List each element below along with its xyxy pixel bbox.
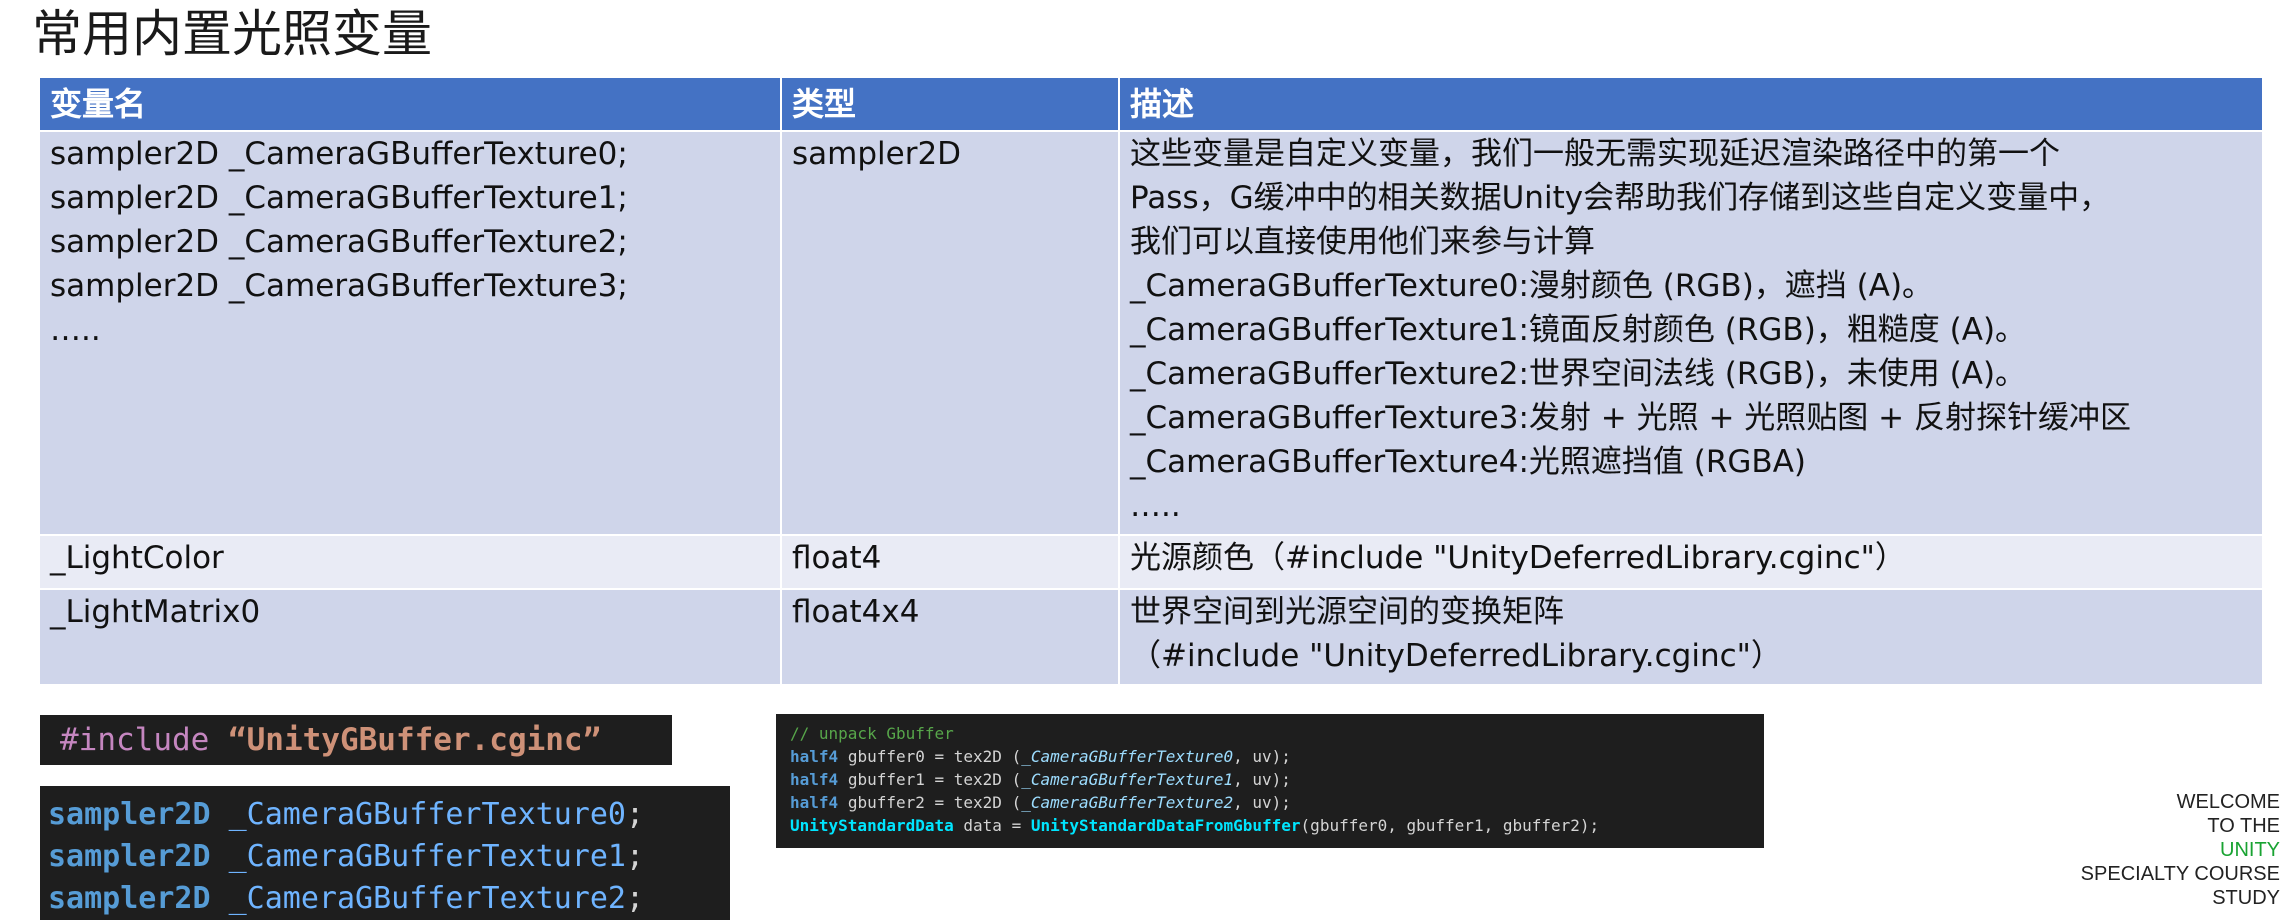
code-identifier: _CameraGBufferTexture2 <box>1021 793 1234 812</box>
code-identifier: _CameraGBufferTexture0 <box>1021 747 1234 766</box>
cell-line: _CameraGBufferTexture3:发射 + 光照 + 光照贴图 + … <box>1130 400 2131 436</box>
unpack-gbuffer-code-snippet: // unpack Gbuffer half4 gbuffer0 = tex2D… <box>776 714 1764 848</box>
cell-line: （#include "UnityDeferredLibrary.cginc"） <box>1130 638 1782 674</box>
cell-description: 这些变量是自定义变量，我们一般无需实现延迟渲染路径中的第一个 Pass，G缓冲中… <box>1118 130 2264 536</box>
code-type: sampler2D <box>48 839 211 874</box>
header-type: 类型 <box>780 76 1120 132</box>
cell-description: 世界空间到光源空间的变换矩阵 （#include "UnityDeferredL… <box>1118 588 2264 686</box>
code-text: = tex2D ( <box>924 793 1022 812</box>
code-variable: gbuffer2 <box>847 793 925 812</box>
cell-line: 世界空间到光源空间的变换矩阵 <box>1130 594 1564 630</box>
cell-line: Pass，G缓冲中的相关数据Unity会帮助我们存储到这些自定义变量中， <box>1130 180 2111 216</box>
cell-variable-name: _LightColor <box>38 534 782 590</box>
brand-line: SPECIALTY COURSE <box>2080 863 2280 885</box>
code-text: , uv); <box>1233 770 1291 789</box>
cell-line: _CameraGBufferTexture2:世界空间法线 (RGB)，未使用 … <box>1130 356 2027 392</box>
code-line: half4 gbuffer0 = tex2D (_CameraGBufferTe… <box>790 745 1764 768</box>
include-file: “UnityGBuffer.cginc” <box>227 722 602 758</box>
code-text: , uv); <box>1233 747 1291 766</box>
cell-type: sampler2D <box>780 130 1120 536</box>
code-line: half4 gbuffer1 = tex2D (_CameraGBufferTe… <box>790 768 1764 791</box>
code-text: = tex2D ( <box>924 747 1022 766</box>
code-type: half4 <box>790 793 839 812</box>
cell-variable-name: sampler2D _CameraGBufferTexture0; sample… <box>38 130 782 536</box>
code-variable: gbuffer0 <box>847 747 925 766</box>
cell-line: sampler2D _CameraGBufferTexture3; <box>50 268 628 304</box>
code-text: data = <box>953 816 1031 835</box>
cell-line: sampler2D _CameraGBufferTexture1; <box>50 180 628 216</box>
code-line: half4 gbuffer2 = tex2D (_CameraGBufferTe… <box>790 791 1764 814</box>
code-identifier: _CameraGBufferTexture2 <box>228 881 626 916</box>
cell-type: float4 <box>780 534 1120 590</box>
cell-line: _CameraGBufferTexture1:镜面反射颜色 (RGB)，粗糙度 … <box>1130 312 2027 348</box>
code-punct: ; <box>625 797 645 832</box>
cell-type: float4x4 <box>780 588 1120 686</box>
code-text: = tex2D ( <box>924 770 1022 789</box>
cell-variable-name: _LightMatrix0 <box>38 588 782 686</box>
cell-line: float4x4 <box>792 594 920 630</box>
code-identifier: _CameraGBufferTexture1 <box>228 839 626 874</box>
brand-line: TO THE <box>2207 815 2280 837</box>
include-directive: #include <box>60 722 210 758</box>
code-text: (gbuffer0, gbuffer1, gbuffer2); <box>1300 816 1600 835</box>
code-punct: ; <box>625 839 645 874</box>
cell-line: _CameraGBufferTexture0:漫射颜色 (RGB)，遮挡 (A)… <box>1130 268 1934 304</box>
code-identifier: _CameraGBufferTexture1 <box>1021 770 1234 789</box>
brand-line-accent: UNITY <box>2220 839 2280 861</box>
cell-line: 这些变量是自定义变量，我们一般无需实现延迟渲染路径中的第一个 <box>1130 136 2060 172</box>
code-variable: gbuffer1 <box>847 770 925 789</box>
cell-line: sampler2D _CameraGBufferTexture0; <box>50 136 628 172</box>
cell-line: ….. <box>1130 488 1181 524</box>
table-row: _LightColor float4 光源颜色（#include "UnityD… <box>38 534 2264 590</box>
code-identifier: _CameraGBufferTexture0 <box>228 797 626 832</box>
include-code-snippet: #include “UnityGBuffer.cginc” <box>40 715 672 765</box>
code-type: sampler2D <box>48 797 211 832</box>
cell-line: sampler2D <box>792 136 962 172</box>
cell-line: sampler2D _CameraGBufferTexture2; <box>50 224 628 260</box>
cell-description: 光源颜色（#include "UnityDeferredLibrary.cgin… <box>1118 534 2264 590</box>
code-line: UnityStandardData data = UnityStandardDa… <box>790 814 1764 837</box>
code-line: sampler2D _CameraGBufferTexture0; <box>48 794 730 836</box>
table-row: sampler2D _CameraGBufferTexture0; sample… <box>38 130 2264 536</box>
code-function: UnityStandardDataFromGbuffer <box>1030 816 1301 835</box>
code-type: half4 <box>790 770 839 789</box>
cell-line: _CameraGBufferTexture4:光照遮挡值 (RGBA) <box>1130 444 1806 480</box>
brand-line: WELCOME <box>2176 791 2280 813</box>
code-type: sampler2D <box>48 881 211 916</box>
brand-line: STUDY <box>2212 887 2280 909</box>
code-text: , uv); <box>1233 793 1291 812</box>
course-brand-label: WELCOME TO THE UNITY SPECIALTY COURSE ST… <box>2020 790 2280 910</box>
header-variable-name: 变量名 <box>38 76 782 132</box>
cell-line: ….. <box>50 312 101 348</box>
cell-line: float4 <box>792 540 882 576</box>
cell-line: _LightMatrix0 <box>50 594 261 630</box>
code-line: sampler2D _CameraGBufferTexture2; <box>48 878 730 920</box>
code-comment: // unpack Gbuffer <box>790 724 954 743</box>
variables-table: 变量名 类型 描述 sampler2D _CameraGBufferTextur… <box>38 76 2264 686</box>
code-type: UnityStandardData <box>790 816 954 835</box>
header-description: 描述 <box>1118 76 2264 132</box>
cell-line: 光源颜色（#include "UnityDeferredLibrary.cgin… <box>1130 540 1906 576</box>
code-type: half4 <box>790 747 839 766</box>
sampler-code-snippet: sampler2D _CameraGBufferTexture0; sample… <box>40 786 730 920</box>
cell-line: _LightColor <box>50 540 224 576</box>
code-line: sampler2D _CameraGBufferTexture1; <box>48 836 730 878</box>
table-header-row: 变量名 类型 描述 <box>38 76 2264 132</box>
table-row: _LightMatrix0 float4x4 世界空间到光源空间的变换矩阵 （#… <box>38 588 2264 686</box>
code-punct: ; <box>625 881 645 916</box>
cell-line: 我们可以直接使用他们来参与计算 <box>1130 224 1595 260</box>
page-title: 常用内置光照变量 <box>32 5 432 63</box>
